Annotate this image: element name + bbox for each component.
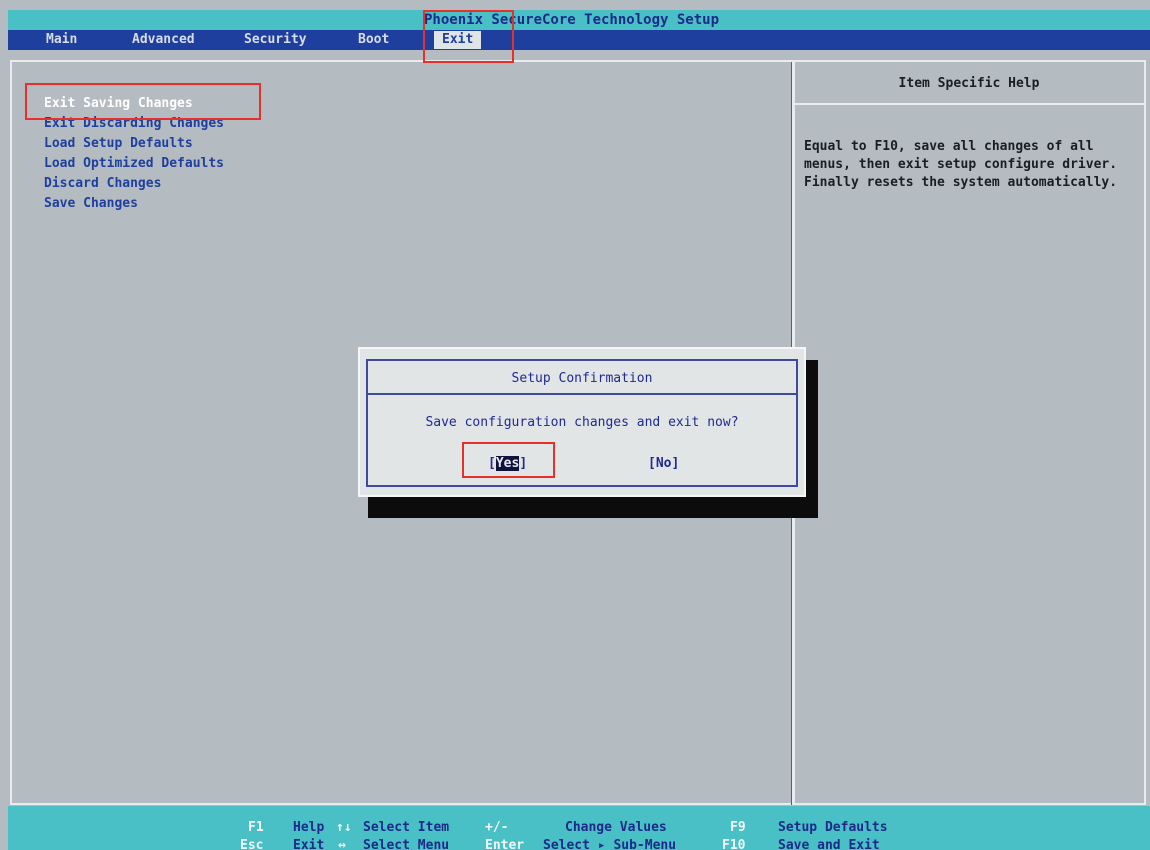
key-f9: F9 <box>730 820 746 835</box>
dialog-title: Setup Confirmation <box>511 371 653 386</box>
option-exit-discarding-changes[interactable]: Exit Discarding Changes <box>44 114 224 134</box>
key-f1: F1 <box>248 820 264 835</box>
option-save-changes[interactable]: Save Changes <box>44 194 224 214</box>
desc-select-menu: Select Menu <box>363 838 450 850</box>
desc-setup-defaults: Setup Defaults <box>778 820 888 835</box>
status-row-2: Esc Exit ↔ Select Menu Enter Select ▸ Su… <box>8 836 1150 850</box>
option-discard-changes[interactable]: Discard Changes <box>44 174 224 194</box>
no-button[interactable]: [No] <box>648 455 679 473</box>
key-plus-minus: +/- <box>485 820 509 835</box>
option-exit-saving-changes[interactable]: Exit Saving Changes <box>44 94 224 114</box>
help-panel-text: Equal to F10, save all changes of all me… <box>804 139 1118 190</box>
help-title-divider <box>794 103 1144 105</box>
setup-confirmation-dialog: Setup Confirmation Save configuration ch… <box>358 347 806 497</box>
desc-change-values: Change Values <box>565 820 667 835</box>
bios-screen: Phoenix SecureCore Technology Setup Main… <box>0 0 1150 850</box>
desc-select-item: Select Item <box>363 820 450 835</box>
yes-button-label: Yes <box>495 456 520 471</box>
dialog-message: Save configuration changes and exit now? <box>425 415 739 430</box>
key-enter: Enter <box>485 838 525 850</box>
option-load-optimized-defaults[interactable]: Load Optimized Defaults <box>44 154 224 174</box>
menu-item-exit[interactable]: Exit <box>434 31 482 49</box>
menu-item-advanced[interactable]: Advanced <box>132 31 195 49</box>
key-esc: Esc <box>240 838 264 850</box>
desc-save-and-exit: Save and Exit <box>778 838 880 850</box>
help-panel-title: Item Specific Help <box>898 76 1040 91</box>
status-row-1: F1 Help ↑↓ Select Item +/- Change Values… <box>8 818 1150 838</box>
setup-title: Phoenix SecureCore Technology Setup <box>424 12 720 28</box>
key-f10: F10 <box>722 838 746 850</box>
yes-button[interactable]: [Yes] <box>488 455 527 473</box>
status-bar: F1 Help ↑↓ Select Item +/- Change Values… <box>8 806 1150 850</box>
option-load-setup-defaults[interactable]: Load Setup Defaults <box>44 134 224 154</box>
desc-help: Help <box>293 820 325 835</box>
key-left-right: ↔ <box>338 838 346 850</box>
desc-select-sub-menu: Select ▸ Sub-Menu <box>543 838 677 850</box>
menu-item-security[interactable]: Security <box>244 31 307 49</box>
yes-bracket-close: ] <box>519 456 528 471</box>
menu-item-main[interactable]: Main <box>46 31 77 49</box>
menu-item-boot[interactable]: Boot <box>358 31 389 49</box>
exit-options-list: Exit Saving Changes Exit Discarding Chan… <box>44 94 224 214</box>
yes-bracket-open: [ <box>488 456 496 471</box>
dialog-title-divider <box>366 393 798 395</box>
key-up-down: ↑↓ <box>336 820 352 835</box>
desc-exit: Exit <box>293 838 325 850</box>
